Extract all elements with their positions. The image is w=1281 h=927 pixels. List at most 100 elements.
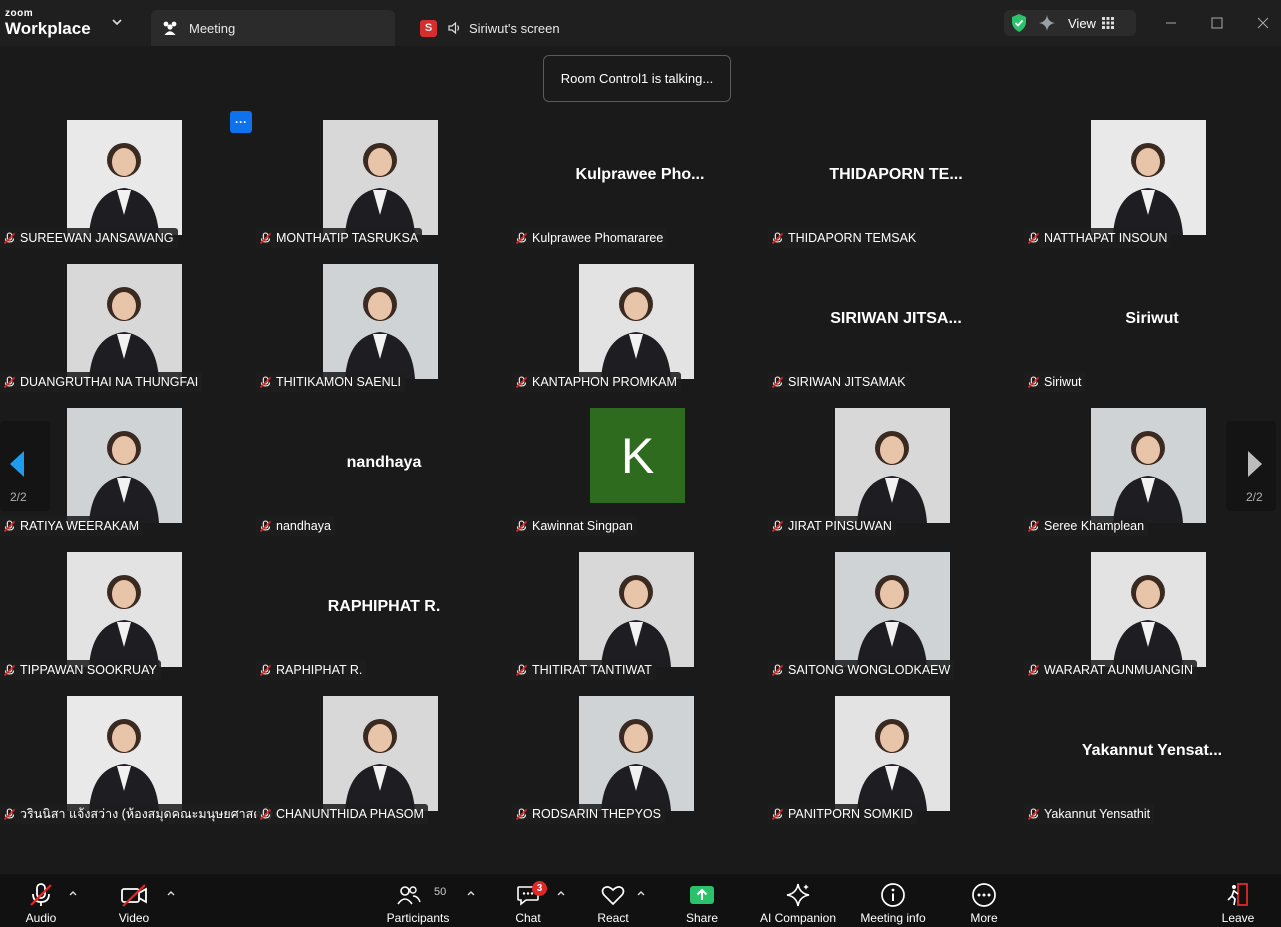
participant-tile[interactable]: DUANGRUTHAI NA THUNGFAI bbox=[0, 264, 256, 408]
ai-sparkle-icon[interactable] bbox=[1038, 14, 1056, 32]
participant-tile[interactable]: KANTAPHON PROMKAM bbox=[512, 264, 768, 408]
participant-video bbox=[67, 120, 182, 235]
participant-tile[interactable]: RAPHIPHAT R. RAPHIPHAT R. bbox=[256, 552, 512, 696]
person-silhouette-icon bbox=[345, 143, 415, 235]
maximize-icon[interactable] bbox=[1208, 14, 1226, 32]
person-silhouette-icon bbox=[857, 431, 927, 523]
tab-meeting[interactable]: Meeting bbox=[151, 10, 395, 46]
chevron-up-icon[interactable] bbox=[68, 888, 78, 898]
person-silhouette-icon bbox=[601, 575, 671, 667]
participant-tile[interactable]: THIDAPORN TE... THIDAPORN TEMSAK bbox=[768, 120, 1024, 264]
participant-tile[interactable]: Yakannut Yensat... Yakannut Yensathit bbox=[1024, 696, 1280, 840]
participant-video bbox=[579, 696, 694, 811]
participant-video bbox=[67, 408, 182, 523]
participant-name-tag: SAITONG WONGLODKAEW bbox=[768, 660, 955, 680]
participant-name-tag: MONTHATIP TASRUKSA bbox=[256, 228, 423, 248]
zoom-workplace-logo[interactable]: zoom Workplace bbox=[5, 9, 91, 38]
participant-tile[interactable]: THITIKAMON SAENLI bbox=[256, 264, 512, 408]
tab-meeting-label: Meeting bbox=[189, 20, 236, 36]
mic-muted-icon bbox=[259, 807, 272, 820]
chevron-up-icon[interactable] bbox=[466, 888, 476, 898]
video-off-icon bbox=[121, 884, 147, 907]
participant-tile[interactable]: TIPPAWAN SOOKRUAY bbox=[0, 552, 256, 696]
participant-tile[interactable]: Siriwut Siriwut bbox=[1024, 264, 1280, 408]
participant-display-name: SIRIWAN JITSA... bbox=[830, 310, 962, 327]
mic-muted-icon bbox=[771, 807, 784, 820]
react-button[interactable]: React bbox=[594, 874, 632, 927]
security-shield-icon[interactable] bbox=[1010, 13, 1028, 33]
minimize-icon[interactable] bbox=[1162, 14, 1180, 32]
participant-tile[interactable]: RATIYA WEERAKAM bbox=[0, 408, 256, 552]
participant-tile[interactable]: PANITPORN SOMKID bbox=[768, 696, 1024, 840]
participant-name-tag: CHANUNTHIDA PHASOM bbox=[256, 804, 428, 824]
participant-tile[interactable]: RODSARIN THEPYOS bbox=[512, 696, 768, 840]
react-label: React bbox=[597, 911, 629, 925]
person-silhouette-icon bbox=[89, 575, 159, 667]
participant-tile[interactable]: CHANUNTHIDA PHASOM bbox=[256, 696, 512, 840]
participant-tile[interactable]: nandhaya nandhaya bbox=[256, 408, 512, 552]
view-button[interactable]: View bbox=[1068, 16, 1096, 31]
brand-workplace: Workplace bbox=[5, 19, 91, 38]
mic-muted-icon bbox=[1027, 519, 1040, 532]
meeting-info-button[interactable]: Meeting info bbox=[858, 874, 928, 927]
participant-tile[interactable]: SAITONG WONGLODKAEW bbox=[768, 552, 1024, 696]
participant-video bbox=[323, 696, 438, 811]
close-icon[interactable] bbox=[1254, 14, 1272, 32]
ai-companion-button[interactable]: AI Companion bbox=[758, 874, 838, 927]
participant-tile[interactable]: JIRAT PINSUWAN bbox=[768, 408, 1024, 552]
participant-tile[interactable]: Seree Khamplean bbox=[1024, 408, 1280, 552]
participant-name: Siriwut bbox=[1044, 375, 1082, 389]
grid-view-icon[interactable] bbox=[1101, 17, 1114, 29]
participant-video bbox=[67, 264, 182, 379]
participant-tile[interactable]: SIRIWAN JITSA... SIRIWAN JITSAMAK bbox=[768, 264, 1024, 408]
participant-video bbox=[323, 264, 438, 379]
view-controls: View bbox=[1004, 10, 1136, 36]
participant-tile[interactable]: Kulprawee Pho... Kulprawee Phomararee bbox=[512, 120, 768, 264]
audio-button[interactable]: Audio bbox=[20, 874, 62, 927]
video-button[interactable]: Video bbox=[112, 874, 156, 927]
more-button[interactable]: More bbox=[966, 874, 1002, 927]
participant-name-tag: THITIRAT TANTIWAT bbox=[512, 660, 656, 680]
chevron-down-icon[interactable] bbox=[110, 15, 124, 29]
participants-button[interactable]: Participants bbox=[384, 874, 452, 927]
leave-button[interactable]: Leave bbox=[1220, 874, 1256, 927]
mic-muted-icon bbox=[259, 519, 272, 532]
chevron-up-icon[interactable] bbox=[166, 888, 176, 898]
participant-avatar: K bbox=[590, 408, 685, 503]
video-label: Video bbox=[118, 911, 150, 925]
participant-name-tag: Yakannut Yensathit bbox=[1024, 804, 1155, 824]
participant-name-tag: SUREEWAN JANSAWANG bbox=[0, 228, 178, 248]
person-silhouette-icon bbox=[601, 719, 671, 811]
microphone-muted-icon bbox=[30, 883, 52, 906]
participant-name: Seree Khamplean bbox=[1044, 519, 1145, 533]
participant-name-tag: RATIYA WEERAKAM bbox=[0, 516, 144, 536]
participant-tile[interactable]: NATTHAPAT INSOUN bbox=[1024, 120, 1280, 264]
mic-muted-icon bbox=[3, 807, 16, 820]
participant-tile[interactable]: MONTHATIP TASRUKSA bbox=[256, 120, 512, 264]
participant-name: SIRIWAN JITSAMAK bbox=[788, 375, 906, 389]
participant-name: nandhaya bbox=[276, 519, 331, 533]
chevron-up-icon[interactable] bbox=[556, 888, 566, 898]
mic-muted-icon bbox=[515, 663, 528, 676]
participant-name: DUANGRUTHAI NA THUNGFAI bbox=[20, 375, 199, 389]
participant-tile[interactable]: WARARAT AUNMUANGIN bbox=[1024, 552, 1280, 696]
chevron-up-icon[interactable] bbox=[636, 888, 646, 898]
participant-name-tag: DUANGRUTHAI NA THUNGFAI bbox=[0, 372, 203, 392]
mic-muted-icon bbox=[771, 519, 784, 532]
participant-name: KANTAPHON PROMKAM bbox=[532, 375, 677, 389]
tab-shared-screen[interactable]: S Siriwut's screen bbox=[420, 10, 660, 46]
participant-tile[interactable]: SUREEWAN JANSAWANG bbox=[0, 120, 256, 264]
participant-name-tag: KANTAPHON PROMKAM bbox=[512, 372, 681, 392]
participant-tile[interactable]: THITIRAT TANTIWAT bbox=[512, 552, 768, 696]
participant-name-tag: Kulprawee Phomararee bbox=[512, 228, 668, 248]
participant-name-tag: Siriwut bbox=[1024, 372, 1086, 392]
leave-label: Leave bbox=[1221, 911, 1255, 925]
participant-name: RAPHIPHAT R. bbox=[276, 663, 363, 677]
participant-tile[interactable]: K Kawinnat Singpan bbox=[512, 408, 768, 552]
mic-muted-icon bbox=[3, 519, 16, 532]
participant-tile[interactable]: วรินนิสา แจ้งสว่าง (ห้องสมุดคณะมนุษยศาสต… bbox=[0, 696, 277, 840]
share-button[interactable]: Share bbox=[684, 874, 720, 927]
person-silhouette-icon bbox=[601, 287, 671, 379]
participant-video bbox=[835, 696, 950, 811]
participant-name: SAITONG WONGLODKAEW bbox=[788, 663, 951, 677]
